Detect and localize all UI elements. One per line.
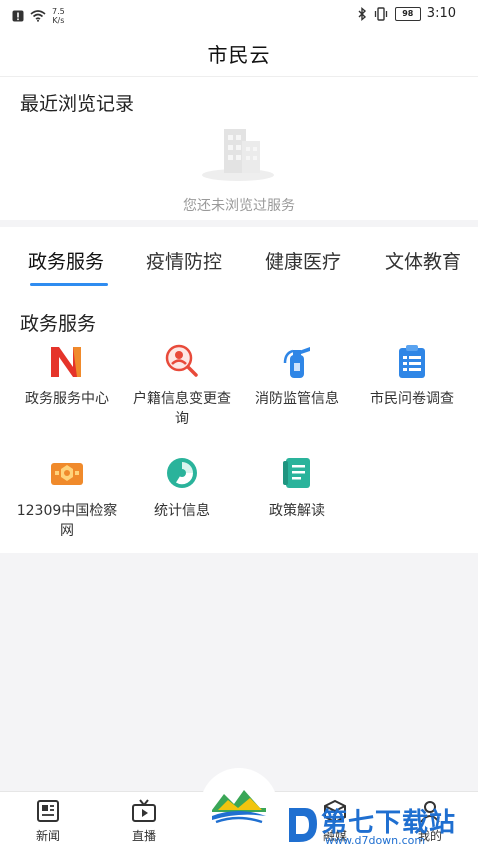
alert-icon (12, 10, 24, 22)
tv-icon (132, 799, 156, 822)
nav-home-logo[interactable] (200, 768, 278, 846)
service-household-query[interactable]: 户籍信息变更查询 (127, 341, 237, 429)
service-policy-interpretation[interactable]: 政策解读 (242, 453, 352, 521)
service-label: 统计信息 (154, 503, 210, 519)
service-fire-supervision[interactable]: 消防监管信息 (242, 341, 352, 409)
watermark-url: www.d7down.com (325, 834, 426, 847)
vibrate-icon (374, 6, 387, 21)
service-label: 政策解读 (269, 503, 325, 519)
city-logo-icon (212, 790, 266, 824)
nav-live[interactable]: 直播 (114, 798, 174, 844)
network-speed: 7.5 K/s (52, 7, 65, 25)
nav-label: 新闻 (35, 829, 60, 843)
service-label: 政务服务中心 (25, 391, 109, 407)
nav-label: 直播 (131, 829, 156, 843)
page-title: 市民云 (207, 42, 271, 67)
category-tabs: 政务服务 疫情防控 健康医疗 文体教育 (0, 227, 478, 289)
recent-heading: 最近浏览记录 (20, 93, 135, 115)
procuratorate-badge-icon (51, 463, 83, 485)
battery-indicator: 98 (394, 6, 421, 21)
pie-chart-icon (167, 458, 197, 488)
book-icon (283, 458, 310, 488)
services-card: 政务服务 疫情防控 健康医疗 文体教育 政务服务 政务服务中心 户籍信息变更查询 (0, 227, 478, 553)
service-label: 消防监管信息 (255, 391, 339, 407)
empty-buildings-icon (202, 129, 274, 181)
title-bar: 市民云 (0, 30, 478, 77)
service-statistics[interactable]: 统计信息 (127, 453, 237, 521)
section-title: 政务服务 (20, 313, 97, 335)
bluetooth-icon (358, 6, 366, 21)
tab-health-medical[interactable]: 健康医疗 (265, 247, 341, 274)
service-government-center[interactable]: 政务服务中心 (12, 341, 122, 409)
service-citizen-survey[interactable]: 市民问卷调查 (357, 341, 467, 409)
service-label: 市民问卷调查 (370, 391, 454, 407)
tab-epidemic-control[interactable]: 疫情防控 (146, 247, 222, 274)
nav-news[interactable]: 新闻 (18, 798, 78, 844)
person-search-icon (165, 344, 198, 377)
active-tab-indicator (30, 283, 108, 286)
clock: 3:10 (426, 6, 456, 21)
fire-extinguisher-icon (283, 347, 310, 378)
status-bar: 7.5 K/s 98 3:10 (0, 0, 478, 30)
watermark: 第七下载站 www.d7down.com (285, 802, 475, 850)
service-label: 12309中国检察网 (16, 503, 118, 539)
n-logo-icon (51, 347, 81, 377)
news-icon (37, 800, 59, 822)
tab-culture-education[interactable]: 文体教育 (385, 247, 461, 274)
service-label: 户籍信息变更查询 (133, 391, 231, 427)
clipboard-icon (399, 345, 425, 378)
service-procuratorate[interactable]: 12309中国检察网 (12, 453, 122, 541)
recent-section: 最近浏览记录 您还未浏览过服务 (0, 77, 478, 220)
empty-message: 您还未浏览过服务 (183, 198, 295, 214)
tab-government-services[interactable]: 政务服务 (28, 247, 104, 274)
watermark-logo-icon (289, 808, 317, 842)
wifi-icon (30, 10, 46, 22)
